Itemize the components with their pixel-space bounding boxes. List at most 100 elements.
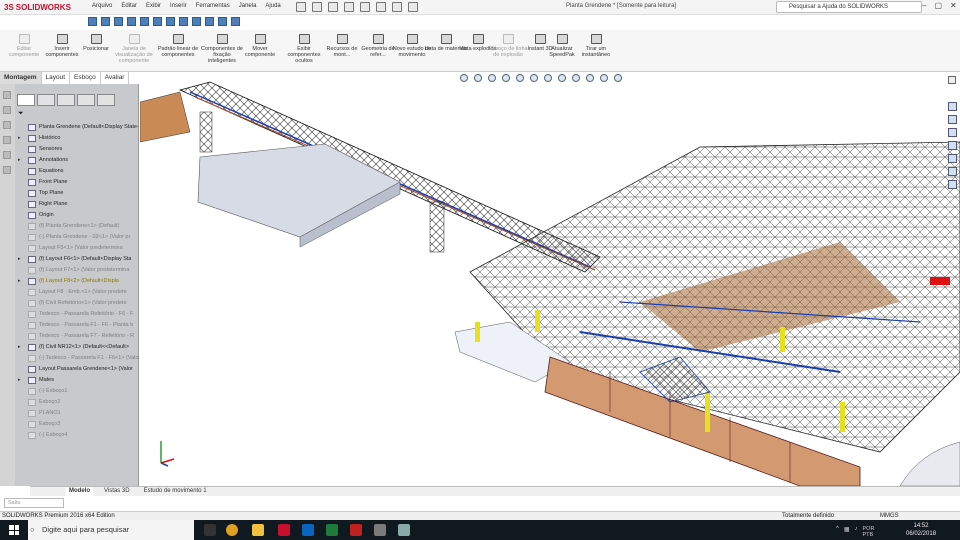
toolbar-icon[interactable] (140, 17, 149, 26)
minimize-icon[interactable]: – (922, 1, 926, 10)
menu-item-janela[interactable]: Janela (239, 3, 257, 9)
apply-scene-icon[interactable] (586, 74, 594, 82)
tree-item[interactable]: ▸ Histórico (15, 133, 139, 144)
menu-item-inserir[interactable]: Inserir (170, 3, 187, 9)
view-settings-icon[interactable] (600, 74, 608, 82)
restore-icon[interactable] (948, 76, 956, 84)
network-icon[interactable]: ▦ (844, 526, 850, 538)
section-view-icon[interactable] (502, 74, 510, 82)
chrome-icon[interactable] (226, 524, 238, 536)
tree-item[interactable]: Tedesco - Passarela F1 - F6 - Planta b (15, 320, 139, 331)
tree-item[interactable]: Layout Passarela Grendene<1> (Valor (15, 364, 139, 375)
expand-arrow-icon[interactable]: ▸ (18, 342, 21, 353)
windows-start-icon[interactable] (9, 525, 19, 535)
tree-item[interactable]: Layout F8 - Emb.<1> (Valor predete (15, 287, 139, 298)
solidworks-app-icon[interactable] (278, 524, 290, 536)
menu-item-exibir[interactable]: Exibir (146, 3, 161, 9)
tab-avaliar[interactable]: Avaliar (101, 72, 130, 84)
tree-item[interactable]: Planta Grendene (Default<Display State-1… (15, 122, 139, 133)
tree-item[interactable]: ▸ (f) Civil NR12<1> (Default<<Default> (15, 342, 139, 353)
tab-layout[interactable]: Layout (42, 72, 71, 84)
strip-icon[interactable] (3, 136, 11, 144)
tree-item[interactable]: (-) Esboço1 (15, 386, 139, 397)
tree-item[interactable]: (-) Esboço4 (15, 430, 139, 441)
expand-arrow-icon[interactable]: ▸ (18, 276, 21, 287)
expand-arrow-icon[interactable]: ▸ (18, 254, 21, 265)
toolbar-icon[interactable] (153, 17, 162, 26)
tree-item[interactable]: Layout F5<1> (Valor predetermina (15, 243, 139, 254)
tree-item[interactable]: ▸ (f) Layout F8<2> (Default<Displa (15, 276, 139, 287)
solidworks-logo[interactable]: 3S SOLIDWORKS (4, 2, 71, 13)
tree-item[interactable]: Front Plane (15, 177, 139, 188)
tree-item[interactable]: ▸ Mates (15, 375, 139, 386)
menu-item-ajuda[interactable]: Ajuda (265, 3, 280, 9)
status-units[interactable]: MMGS (880, 512, 899, 520)
filter-icon[interactable]: ⏷ (18, 110, 24, 118)
undo-icon[interactable] (360, 2, 370, 12)
design-library-icon[interactable] (948, 128, 957, 137)
zoom-area-icon[interactable] (474, 74, 482, 82)
model-tab[interactable]: Vistas 3D (101, 487, 133, 496)
file-explorer-icon[interactable] (948, 141, 957, 150)
tree-item[interactable]: Top Plane (15, 188, 139, 199)
toolbar-icon[interactable] (231, 17, 240, 26)
tree-item[interactable]: Sensores (15, 144, 139, 155)
strip-icon[interactable] (3, 166, 11, 174)
file-explorer-app-icon[interactable] (252, 524, 264, 536)
excel-icon[interactable] (326, 524, 338, 536)
clock[interactable]: 14:52 06/02/2018 (906, 522, 936, 538)
tree-item[interactable]: Esboço2 (15, 397, 139, 408)
ribbon-button[interactable]: Padrão linear de componentes (156, 34, 200, 58)
tree-item[interactable]: Right Plane (15, 199, 139, 210)
monitor-icon[interactable] (614, 74, 622, 82)
display-style-icon[interactable] (544, 74, 552, 82)
expand-arrow-icon[interactable]: ▸ (18, 375, 21, 386)
close-icon[interactable]: ✕ (950, 1, 957, 10)
menu-item-editar[interactable]: Editar (121, 3, 137, 9)
maximize-icon[interactable]: ▢ (934, 1, 942, 10)
edit-appearance-icon[interactable] (572, 74, 580, 82)
strip-icon[interactable] (3, 151, 11, 159)
custom-properties-icon[interactable] (948, 180, 957, 189)
property-manager-tab[interactable] (37, 94, 55, 106)
zoom-to-fit-icon[interactable] (460, 74, 468, 82)
tree-item[interactable]: Equations (15, 166, 139, 177)
appearances-icon[interactable] (948, 167, 957, 176)
tree-item[interactable]: (f) Civil Refeitório<1> (Valor predete (15, 298, 139, 309)
toolbar-icon[interactable] (166, 17, 175, 26)
task-view-icon[interactable] (204, 524, 216, 536)
keyboard-indicator[interactable]: PTB (863, 532, 874, 538)
select-icon[interactable] (376, 2, 386, 12)
tree-item[interactable]: (-) Tedesco - Passarela F1 - F6<1> (Valo (15, 353, 139, 364)
dynamic-annotation-icon[interactable] (516, 74, 524, 82)
tree-item[interactable]: Esboço3 (15, 419, 139, 430)
view-palette-icon[interactable] (948, 154, 957, 163)
tree-search-input[interactable]: Salto (4, 498, 64, 508)
app-icon[interactable] (398, 524, 410, 536)
tree-item[interactable]: ▸ Annotations (15, 155, 139, 166)
toolbar-icon[interactable] (127, 17, 136, 26)
options-icon[interactable] (408, 2, 418, 12)
tree-item[interactable]: Tedesco - Passarela F7 - Refeitório - R (15, 331, 139, 342)
toolbar-icon[interactable] (205, 17, 214, 26)
tree-item[interactable]: PLANO1 (15, 408, 139, 419)
expand-arrow-icon[interactable]: ▸ (18, 133, 21, 144)
ribbon-button[interactable]: Tirar um instantâneo (574, 34, 618, 58)
display-manager-tab[interactable] (97, 94, 115, 106)
ribbon-button[interactable]: Janela de visualização de componente (112, 34, 156, 64)
tree-item[interactable]: Tedesco - Passarela Refeitório - F6 - F (15, 309, 139, 320)
expand-arrow-icon[interactable]: ▸ (18, 155, 21, 166)
tree-item[interactable]: Origin (15, 210, 139, 221)
strip-icon[interactable] (3, 91, 11, 99)
toolbar-icon[interactable] (218, 17, 227, 26)
tree-item[interactable]: (f) Planta Grendene<1> (Default) (15, 221, 139, 232)
help-search-input[interactable]: Pesquisar a Ajuda do SOLIDWORKS (776, 1, 922, 13)
menu-item-ferramentas[interactable]: Ferramentas (196, 3, 230, 9)
new-document-icon[interactable] (296, 2, 306, 12)
tab-montagem[interactable]: Montagem (0, 72, 42, 84)
outlook-icon[interactable] (302, 524, 314, 536)
toolbar-icon[interactable] (192, 17, 201, 26)
print-icon[interactable] (344, 2, 354, 12)
model-tab[interactable]: Estudo de movimento 1 (141, 487, 210, 496)
toolbar-icon[interactable] (179, 17, 188, 26)
